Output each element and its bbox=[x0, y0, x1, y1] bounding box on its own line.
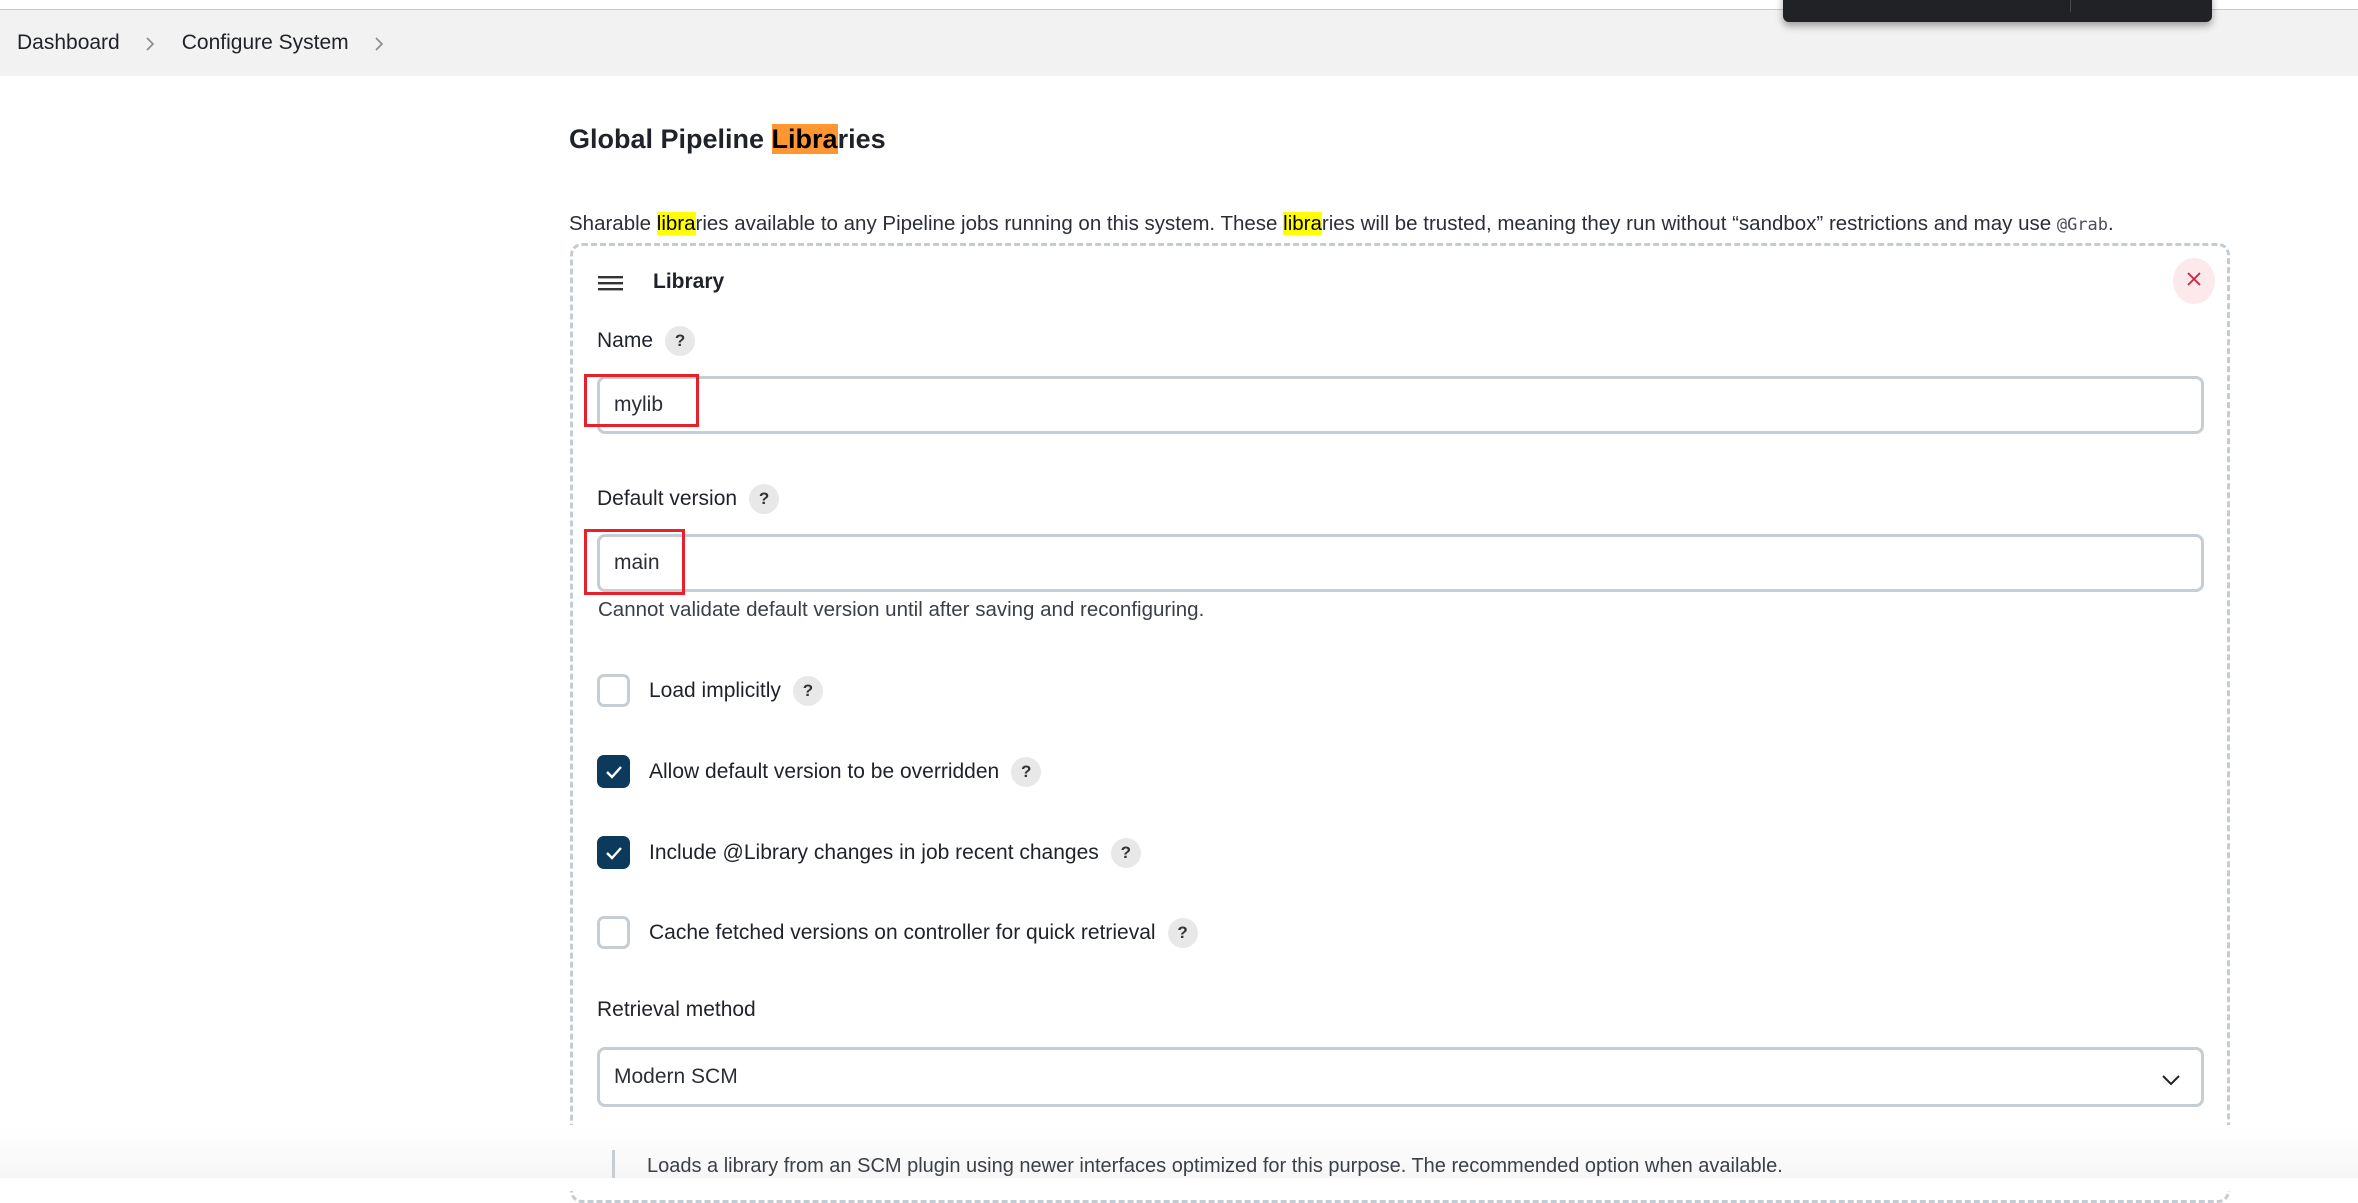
retrieval-method-label: Retrieval method bbox=[597, 998, 756, 1021]
help-icon[interactable]: ? bbox=[749, 484, 780, 514]
delete-library-button[interactable] bbox=[2173, 258, 2215, 304]
option-include-changes[interactable]: Include @Library changes in job recent c… bbox=[597, 836, 1141, 869]
section-title: Global Pipeline Libraries bbox=[569, 124, 886, 154]
checkbox-checked[interactable] bbox=[597, 755, 630, 788]
breadcrumb-configure-system[interactable]: Configure System bbox=[182, 31, 349, 55]
default-version-label: Default version ? bbox=[597, 484, 780, 514]
help-icon[interactable]: ? bbox=[1011, 756, 1042, 787]
search-highlight-current: Libra bbox=[771, 124, 838, 154]
help-icon[interactable]: ? bbox=[1167, 917, 1198, 948]
section-description: Sharable libraries available to any Pipe… bbox=[569, 212, 2114, 235]
help-icon[interactable]: ? bbox=[792, 675, 823, 706]
hamburger-icon[interactable] bbox=[598, 275, 624, 291]
default-version-hint: Cannot validate default version until af… bbox=[598, 598, 1205, 621]
help-icon[interactable]: ? bbox=[665, 326, 696, 356]
close-icon bbox=[2186, 271, 2202, 292]
checkbox-unchecked[interactable] bbox=[597, 916, 630, 949]
search-highlight: libra bbox=[1283, 212, 1322, 235]
name-input[interactable] bbox=[597, 376, 2204, 434]
checkbox-checked[interactable] bbox=[597, 836, 630, 869]
library-title: Library bbox=[653, 270, 725, 293]
help-icon[interactable]: ? bbox=[1110, 837, 1141, 868]
popup-divider bbox=[2070, 0, 2071, 12]
checkbox-unchecked[interactable] bbox=[597, 674, 630, 707]
option-load-implicitly[interactable]: Load implicitly ? bbox=[597, 674, 823, 707]
default-version-input[interactable] bbox=[597, 534, 2204, 592]
retrieval-method-select[interactable]: Modern SCM bbox=[597, 1047, 2204, 1107]
chevron-right-icon[interactable] bbox=[373, 37, 385, 51]
option-cache-versions[interactable]: Cache fetched versions on controller for… bbox=[597, 916, 1198, 949]
retrieval-method-description: Loads a library from an SCM plugin using… bbox=[647, 1155, 1783, 1177]
chevron-right-icon[interactable] bbox=[144, 37, 156, 51]
viewport-bottom bbox=[0, 1178, 2358, 1191]
chevron-down-icon bbox=[2161, 1068, 2181, 1092]
code-grab: @Grab bbox=[2056, 215, 2109, 235]
name-label: Name ? bbox=[597, 326, 696, 356]
search-highlight: libra bbox=[656, 212, 696, 235]
check-icon bbox=[605, 846, 622, 860]
search-popup[interactable] bbox=[1783, 0, 2212, 22]
breadcrumb-dashboard[interactable]: Dashboard bbox=[17, 31, 120, 55]
check-icon bbox=[605, 765, 622, 779]
option-allow-override[interactable]: Allow default version to be overridden ? bbox=[597, 755, 1042, 788]
